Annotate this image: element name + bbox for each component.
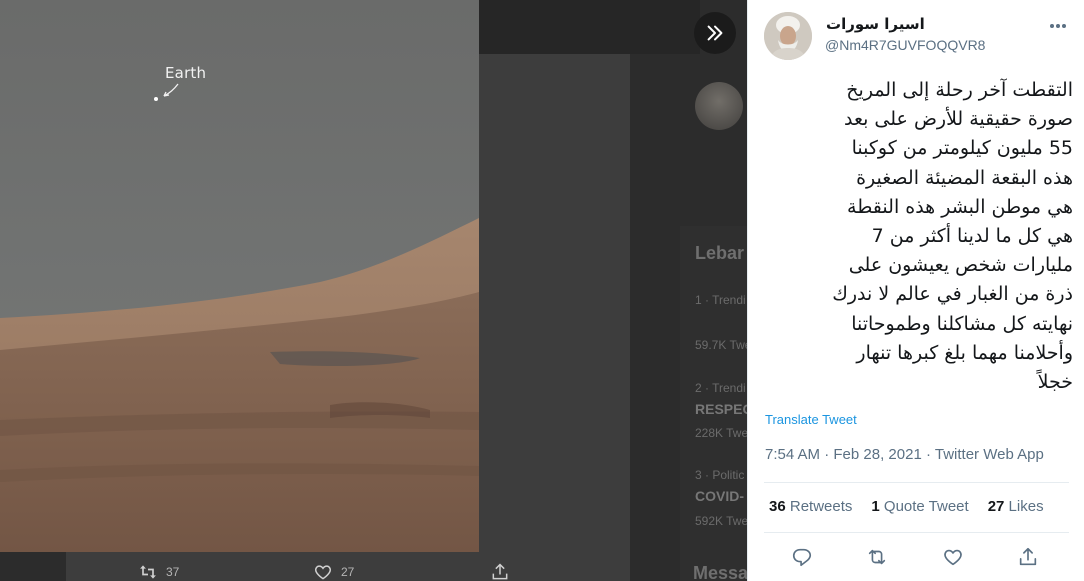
background-trend-meta: 1 · Trendi [695,293,746,307]
more-horizontal-icon [1050,24,1066,28]
tweet-time[interactable]: 7:54 AM [765,446,820,463]
tweet-stats: 36 Retweets 1 Quote Tweet 27 Likes [769,498,1044,515]
retweets-label: Retweets [789,498,853,515]
meta-separator: · [925,446,935,463]
background-trend-meta: 2 · Trendi [695,381,746,395]
mars-landscape-image [0,0,479,552]
likes-count: 27 [987,498,1005,515]
tweet-meta: 7:54 AM · Feb 28, 2021 · Twitter Web App [765,446,1044,463]
expand-panel-button[interactable] [694,12,736,54]
background-trend-name: RESPEC [695,401,753,417]
tweet-source[interactable]: Twitter Web App [935,446,1044,463]
share-icon [1019,547,1037,566]
tweet-action-bar [748,540,1084,574]
retweets-count: 36 [769,498,786,515]
background-trend-count: 592K Twe [695,514,749,528]
heart-icon [944,549,962,566]
reply-icon [792,548,812,567]
background-trend-count: 59.7K Twe [695,338,752,352]
retweets-stat[interactable]: 36 Retweets [769,498,852,515]
retweet-icon [868,549,886,565]
likes-label: Likes [1008,498,1044,515]
reply-button[interactable] [789,544,815,570]
avatar[interactable] [764,12,812,60]
translate-tweet-link[interactable]: Translate Tweet [765,412,857,427]
divider [764,482,1069,483]
background-messages-label: Messa [693,563,749,581]
share-button[interactable] [1015,544,1041,570]
display-name[interactable]: اسيرا سورات [826,15,925,33]
meta-separator: · [824,446,834,463]
background-trend-count: 228K Twe [695,426,749,440]
more-options-button[interactable] [1046,16,1070,36]
background-avatar [695,82,743,130]
double-chevron-right-icon [707,25,723,41]
background-trends-title: Lebar [695,243,745,263]
photo-retweet-count: 37 [166,565,180,579]
likes-stat[interactable]: 27 Likes [988,498,1044,515]
mars-photo[interactable]: Earth [0,0,479,552]
earth-label: Earth [165,64,207,82]
share-icon [492,563,508,580]
quote-label: Quote Tweet [883,498,969,515]
avatar-image [764,12,812,60]
tweet-text: التقطت آخر رحلة إلى المريخ صورة حقيقية ل… [832,79,1073,394]
photo-retweet-button[interactable]: 37 [138,562,179,581]
photo-like-count: 27 [341,565,355,579]
tweet-date[interactable]: Feb 28, 2021 [833,446,921,463]
quote-count: 1 [871,498,880,515]
user-handle[interactable]: @Nm4R7GUVFOQQVR8 [825,37,985,53]
background-trend-name: COVID- [695,488,744,504]
retweet-icon [140,565,156,579]
photo-like-button[interactable]: 27 [313,562,354,581]
photo-share-button[interactable] [490,562,510,581]
retweet-button[interactable] [864,544,890,570]
background-trend-meta: 3 · Politic [695,468,745,482]
divider [764,532,1069,533]
quote-tweet-stat[interactable]: 1 Quote Tweet [871,498,968,515]
tweet-detail-panel: اسيرا سورات @Nm4R7GUVFOQQVR8 التقطت آخر … [747,0,1084,581]
like-button[interactable] [940,544,966,570]
heart-icon [314,565,332,580]
